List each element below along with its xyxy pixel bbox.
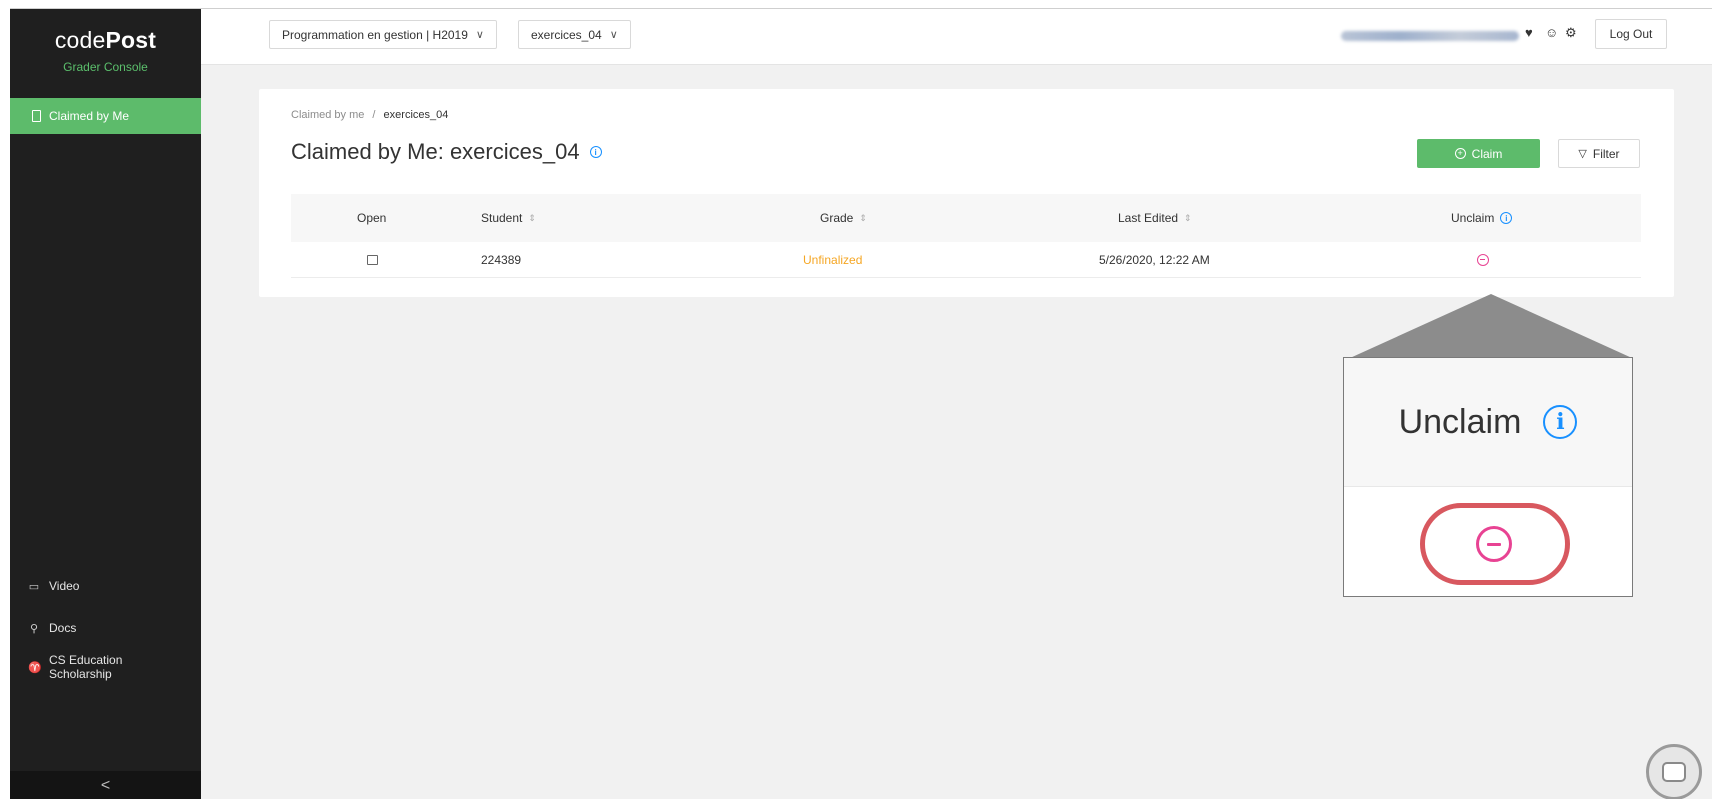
brand-name-bold: Post: [105, 27, 157, 53]
filter-icon: ▽: [1578, 148, 1587, 160]
open-submission-icon[interactable]: [367, 255, 378, 265]
assignment-selector-value: exercices_04: [531, 27, 602, 42]
claim-button[interactable]: + Claim: [1417, 139, 1540, 168]
app-window: codePost Grader Console Claimed by Me ▭ …: [10, 8, 1712, 799]
callout-label: Unclaim: [1398, 402, 1522, 441]
last-edited-cell: 5/26/2020, 12:22 AM: [1099, 253, 1210, 267]
sort-icon[interactable]: ⇕: [528, 213, 536, 224]
page-title-text: Claimed by Me: exercices_04: [291, 139, 580, 164]
column-header-label: Last Edited: [1118, 211, 1179, 225]
chat-launcher-button[interactable]: [1646, 744, 1702, 799]
sidebar-link-docs[interactable]: ⚲ Docs: [28, 621, 76, 635]
chevron-down-icon: ∨: [609, 29, 618, 41]
top-bar: Programmation en gestion | H2019 ∨ exerc…: [201, 9, 1712, 65]
chat-bubble-icon: [1662, 762, 1686, 782]
brand-name: codePost: [10, 27, 201, 54]
sidebar-collapse-button[interactable]: <: [10, 771, 201, 799]
unclaim-zoom-callout: Unclaim i: [1343, 357, 1633, 597]
brand-logo: codePost Grader Console: [10, 27, 201, 74]
column-header-label: Grade: [820, 211, 854, 225]
sidebar-link-label: Video: [49, 579, 80, 593]
table-row: 224389 Unfinalized 5/26/2020, 12:22 AM: [291, 242, 1641, 278]
info-icon: i: [1543, 405, 1578, 439]
breadcrumb: Claimed by me / exercices_04: [291, 109, 448, 121]
filter-button-label: Filter: [1592, 146, 1620, 161]
column-header-last-edited[interactable]: Last Edited ⇕: [1118, 194, 1192, 242]
user-icon[interactable]: ☺: [1545, 25, 1558, 40]
gear-icon[interactable]: ⚙: [1565, 25, 1577, 41]
sidebar-item-label: Claimed by Me: [49, 109, 130, 123]
callout-header: Unclaim i: [1344, 358, 1632, 487]
sidebar-link-cs-education-scholarship[interactable]: ♈ CS Education Scholarship: [28, 653, 122, 681]
claim-button-label: Claim: [1471, 146, 1503, 161]
sidebar-link-label: Docs: [49, 621, 77, 635]
claimed-submissions-card: Claimed by me / exercices_04 Claimed by …: [259, 89, 1674, 297]
grade-cell: Unfinalized: [803, 253, 863, 267]
breadcrumb-separator: /: [372, 109, 376, 121]
brand-subtitle: Grader Console: [63, 60, 148, 74]
column-header-student[interactable]: Student ⇕: [481, 194, 536, 242]
column-header-label: Open: [357, 211, 387, 225]
rocket-icon: ⚲: [29, 622, 39, 635]
sidebar-link-label-line1: CS Education: [49, 653, 123, 667]
trophy-icon: ♈: [28, 661, 42, 674]
heart-icon[interactable]: ♥: [1525, 25, 1533, 40]
sidebar-link-label: CS Education Scholarship: [49, 653, 122, 681]
course-selector[interactable]: Programmation en gestion | H2019 ∨: [269, 20, 497, 49]
course-selector-value: Programmation en gestion | H2019: [282, 27, 468, 42]
unclaim-cell: [1477, 242, 1489, 278]
column-header-label: Unclaim: [1451, 211, 1495, 225]
breadcrumb-parent[interactable]: Claimed by me: [291, 109, 364, 121]
chevron-down-icon: ∨: [475, 29, 484, 41]
column-header-open: Open: [357, 194, 386, 242]
minus-circle-icon[interactable]: [1477, 254, 1489, 266]
plus-circle-icon: +: [1454, 148, 1466, 159]
student-cell: 224389: [481, 253, 522, 267]
callout-pointer: [1350, 294, 1632, 358]
breadcrumb-current: exercices_04: [383, 109, 449, 121]
document-icon: [32, 110, 41, 122]
open-cell: [367, 242, 378, 278]
logout-button[interactable]: Log Out: [1595, 19, 1667, 49]
brand-name-light: code: [54, 27, 106, 53]
info-icon[interactable]: i: [1500, 212, 1513, 224]
column-header-unclaim: Unclaim i: [1451, 194, 1513, 242]
video-icon: ▭: [28, 580, 40, 593]
sidebar-link-video[interactable]: ▭ Video: [28, 579, 80, 593]
assignment-selector[interactable]: exercices_04 ∨: [518, 20, 631, 49]
sidebar-item-claimed-by-me[interactable]: Claimed by Me: [10, 98, 201, 134]
sidebar-link-label-line2: Scholarship: [49, 667, 112, 681]
column-header-grade[interactable]: Grade ⇕: [820, 194, 867, 242]
minus-circle-icon[interactable]: [1476, 526, 1512, 562]
sort-icon[interactable]: ⇕: [1184, 213, 1192, 224]
sidebar: codePost Grader Console Claimed by Me ▭ …: [10, 9, 201, 799]
sort-icon[interactable]: ⇕: [859, 213, 867, 224]
column-header-label: Student: [481, 211, 523, 225]
filter-button[interactable]: ▽ Filter: [1558, 139, 1640, 168]
info-icon[interactable]: i: [589, 146, 602, 158]
table-header: Open Student ⇕ Grade ⇕ Last Edited ⇕ Unclai…: [291, 194, 1641, 242]
page-title: Claimed by Me: exercices_04 i: [291, 139, 602, 165]
user-email-blurred: [1341, 31, 1519, 41]
